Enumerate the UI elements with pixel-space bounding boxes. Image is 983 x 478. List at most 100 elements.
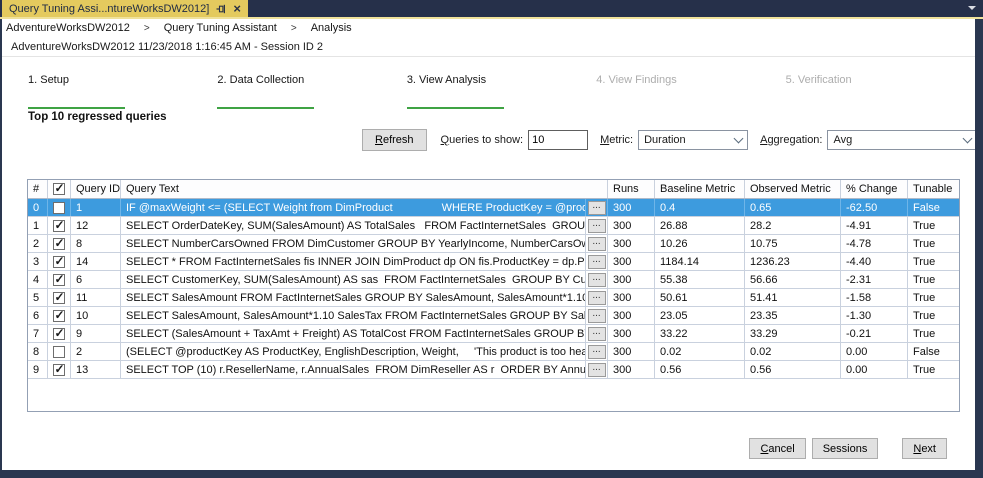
table-row[interactable]: 5 11 SELECT SalesAmount FROM FactInterne… — [28, 289, 959, 307]
observed-metric-cell[interactable]: 28.2 — [745, 217, 841, 234]
row-checkbox[interactable] — [53, 254, 65, 268]
breadcrumb-item-database[interactable]: AdventureWorksDW2012 — [6, 22, 130, 34]
tunable-cell[interactable]: True — [908, 253, 959, 270]
sessions-button[interactable]: Sessions — [811, 438, 879, 459]
row-index-cell[interactable]: 1 — [28, 217, 48, 234]
query-text-cell[interactable]: SELECT OrderDateKey, SUM(SalesAmount) AS… — [121, 217, 586, 234]
tunable-cell[interactable]: False — [908, 343, 959, 360]
table-row[interactable]: 9 13 SELECT TOP (10) r.ResellerName, r.A… — [28, 361, 959, 379]
tunable-cell[interactable]: True — [908, 217, 959, 234]
query-details-button[interactable]: ... — [587, 200, 606, 215]
select-all-checkbox[interactable] — [53, 181, 65, 195]
query-id-cell[interactable]: 12 — [71, 217, 121, 234]
queries-to-show-input[interactable] — [528, 130, 589, 150]
row-checkbox-cell[interactable] — [48, 271, 71, 288]
query-details-button[interactable]: ... — [587, 272, 606, 287]
query-text-cell[interactable]: SELECT TOP (10) r.ResellerName, r.Annual… — [121, 361, 586, 378]
percent-change-cell[interactable]: -0.21 — [841, 325, 908, 342]
pin-icon[interactable] — [216, 4, 226, 14]
query-text-cell[interactable]: (SELECT @productKey AS ProductKey, Engli… — [121, 343, 586, 360]
row-checkbox[interactable] — [53, 326, 65, 340]
row-index-cell[interactable]: 8 — [28, 343, 48, 360]
row-checkbox-cell[interactable] — [48, 343, 71, 360]
refresh-button[interactable]: Refresh — [362, 129, 427, 151]
baseline-metric-cell[interactable]: 0.02 — [655, 343, 745, 360]
query-text-cell[interactable]: SELECT NumberCarsOwned FROM DimCustomer … — [121, 235, 586, 252]
tunable-cell[interactable]: True — [908, 325, 959, 342]
percent-change-cell[interactable]: -1.58 — [841, 289, 908, 306]
baseline-metric-cell[interactable]: 1184.14 — [655, 253, 745, 270]
runs-cell[interactable]: 300 — [608, 217, 655, 234]
row-checkbox[interactable] — [53, 362, 65, 376]
runs-cell[interactable]: 300 — [608, 325, 655, 342]
observed-metric-cell[interactable]: 33.29 — [745, 325, 841, 342]
baseline-metric-cell[interactable]: 10.26 — [655, 235, 745, 252]
row-checkbox-cell[interactable] — [48, 199, 71, 216]
query-text-cell[interactable]: SELECT (SalesAmount + TaxAmt + Freight) … — [121, 325, 586, 342]
tunable-cell[interactable]: True — [908, 235, 959, 252]
observed-metric-cell[interactable]: 23.35 — [745, 307, 841, 324]
breadcrumb-item-qta[interactable]: Query Tuning Assistant — [164, 22, 277, 34]
row-checkbox[interactable] — [53, 201, 65, 214]
cancel-button[interactable]: Cancel — [749, 438, 806, 459]
query-id-cell[interactable]: 8 — [71, 235, 121, 252]
header-baseline-metric[interactable]: Baseline Metric — [655, 180, 745, 198]
row-checkbox-cell[interactable] — [48, 325, 71, 342]
row-checkbox-cell[interactable] — [48, 361, 71, 378]
runs-cell[interactable]: 300 — [608, 253, 655, 270]
table-row[interactable]: 6 10 SELECT SalesAmount, SalesAmount*1.1… — [28, 307, 959, 325]
row-checkbox-cell[interactable] — [48, 289, 71, 306]
row-index-cell[interactable]: 9 — [28, 361, 48, 378]
observed-metric-cell[interactable]: 0.02 — [745, 343, 841, 360]
row-checkbox[interactable] — [53, 218, 65, 232]
runs-cell[interactable]: 300 — [608, 271, 655, 288]
row-checkbox[interactable] — [53, 308, 65, 322]
query-details-button[interactable]: ... — [587, 308, 606, 323]
row-checkbox[interactable] — [53, 345, 65, 358]
table-row[interactable]: 8 2 (SELECT @productKey AS ProductKey, E… — [28, 343, 959, 361]
query-text-cell[interactable]: IF @maxWeight <= (SELECT Weight from Dim… — [121, 199, 586, 216]
tunable-cell[interactable]: True — [908, 289, 959, 306]
document-tab[interactable]: Query Tuning Assi...ntureWorksDW2012] × — [2, 0, 248, 17]
row-index-cell[interactable]: 4 — [28, 271, 48, 288]
query-id-cell[interactable]: 13 — [71, 361, 121, 378]
row-checkbox[interactable] — [53, 290, 65, 304]
header-runs[interactable]: Runs — [608, 180, 655, 198]
row-index-cell[interactable]: 6 — [28, 307, 48, 324]
table-row[interactable]: 3 14 SELECT * FROM FactInternetSales fis… — [28, 253, 959, 271]
runs-cell[interactable]: 300 — [608, 199, 655, 216]
header-tunable[interactable]: Tunable — [908, 180, 959, 198]
observed-metric-cell[interactable]: 0.56 — [745, 361, 841, 378]
breadcrumb-item-analysis[interactable]: Analysis — [311, 22, 352, 34]
observed-metric-cell[interactable]: 0.65 — [745, 199, 841, 216]
query-details-button[interactable]: ... — [587, 254, 606, 269]
runs-cell[interactable]: 300 — [608, 307, 655, 324]
runs-cell[interactable]: 300 — [608, 235, 655, 252]
query-details-button[interactable]: ... — [587, 290, 606, 305]
row-checkbox-cell[interactable] — [48, 217, 71, 234]
table-row[interactable]: 1 12 SELECT OrderDateKey, SUM(SalesAmoun… — [28, 217, 959, 235]
tunable-cell[interactable]: False — [908, 199, 959, 216]
observed-metric-cell[interactable]: 56.66 — [745, 271, 841, 288]
query-text-cell[interactable]: SELECT SalesAmount FROM FactInternetSale… — [121, 289, 586, 306]
row-checkbox[interactable] — [53, 236, 65, 250]
row-index-cell[interactable]: 5 — [28, 289, 48, 306]
table-row[interactable]: 7 9 SELECT (SalesAmount + TaxAmt + Freig… — [28, 325, 959, 343]
close-icon[interactable]: × — [233, 2, 241, 15]
percent-change-cell[interactable]: -2.31 — [841, 271, 908, 288]
query-details-button[interactable]: ... — [587, 362, 606, 377]
query-details-button[interactable]: ... — [587, 218, 606, 233]
row-index-cell[interactable]: 3 — [28, 253, 48, 270]
header-percent-change[interactable]: % Change — [841, 180, 908, 198]
row-index-cell[interactable]: 7 — [28, 325, 48, 342]
query-id-cell[interactable]: 6 — [71, 271, 121, 288]
query-id-cell[interactable]: 14 — [71, 253, 121, 270]
percent-change-cell[interactable]: 0.00 — [841, 343, 908, 360]
observed-metric-cell[interactable]: 10.75 — [745, 235, 841, 252]
tunable-cell[interactable]: True — [908, 361, 959, 378]
table-row[interactable]: 2 8 SELECT NumberCarsOwned FROM DimCusto… — [28, 235, 959, 253]
header-query-text[interactable]: Query Text — [121, 180, 608, 198]
row-checkbox-cell[interactable] — [48, 307, 71, 324]
tunable-cell[interactable]: True — [908, 271, 959, 288]
aggregation-dropdown[interactable]: Avg — [827, 130, 975, 150]
